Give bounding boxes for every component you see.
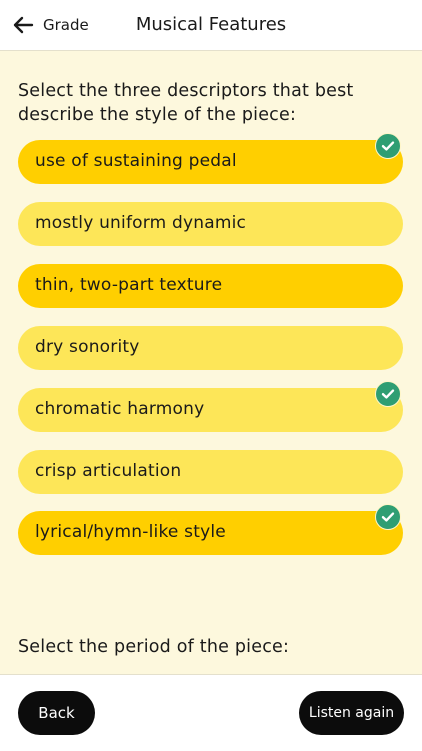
option-label: chromatic harmony (35, 399, 205, 419)
option-lyrical-style[interactable]: lyrical/hymn-like style (18, 511, 403, 555)
option-label: dry sonority (35, 337, 140, 357)
listen-again-label: Listen again (308, 705, 395, 721)
header-bar: Grade Musical Features (0, 0, 422, 51)
option-label: lyrical/hymn-like style (35, 522, 226, 542)
option-label: thin, two-part texture (35, 275, 223, 295)
option-sustaining-pedal[interactable]: use of sustaining pedal (18, 140, 403, 184)
option-uniform-dynamic[interactable]: mostly uniform dynamic (18, 202, 403, 246)
back-button-label: Back (38, 704, 75, 722)
back-button[interactable]: Back (18, 691, 95, 735)
option-label: mostly uniform dynamic (35, 213, 247, 233)
question-clip: Select the three descriptors that best d… (0, 79, 422, 127)
option-label: crisp articulation (35, 461, 182, 481)
option-label: use of sustaining pedal (35, 151, 237, 171)
option-chromatic-harmony[interactable]: chromatic harmony (18, 388, 403, 432)
option-dry-sonority[interactable]: dry sonority (18, 326, 403, 370)
main-content: Select the three descriptors that best d… (0, 51, 422, 674)
checkmark-icon (375, 504, 401, 530)
listen-again-button[interactable]: Listen again (299, 691, 404, 735)
footer-bar: Back Listen again (0, 674, 422, 751)
checkmark-icon (375, 133, 401, 159)
question-style: Select the three descriptors that best d… (18, 81, 354, 125)
option-two-part-texture[interactable]: thin, two-part texture (18, 264, 403, 308)
question-period: Select the period of the piece: (18, 637, 290, 657)
option-crisp-articulation[interactable]: crisp articulation (18, 450, 403, 494)
page-title: Musical Features (135, 14, 287, 35)
checkmark-icon (375, 381, 401, 407)
